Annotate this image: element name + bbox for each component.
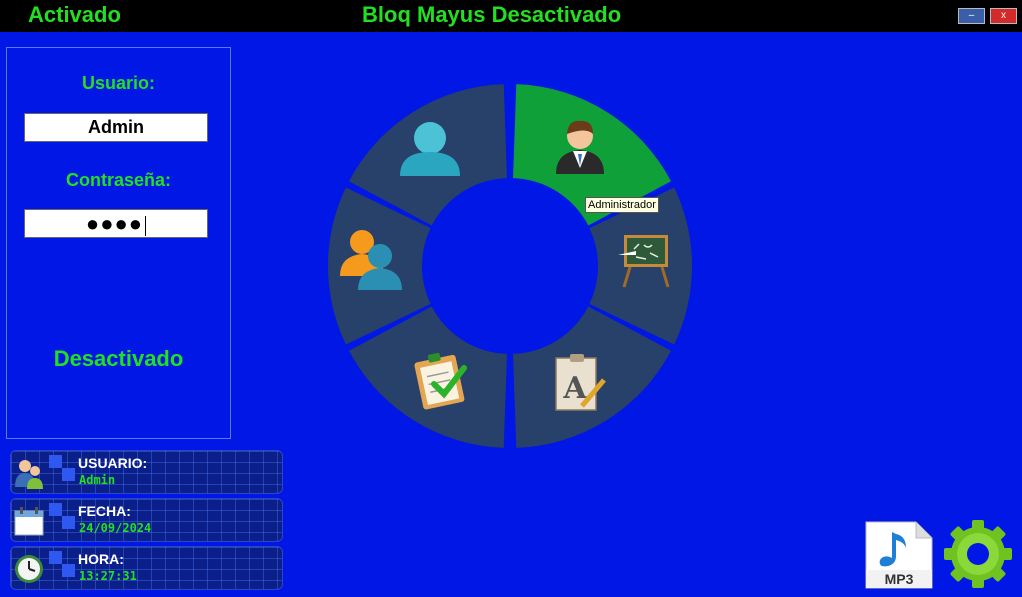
user-field[interactable]: Admin: [24, 113, 208, 142]
user-label: Usuario:: [81, 73, 155, 93]
date-info-title: FECHA:: [78, 503, 131, 519]
time-info-title: HORA:: [78, 551, 124, 567]
date-info-value: 24/09/2024: [79, 521, 152, 535]
mp3-player-button[interactable]: MP3: [862, 520, 934, 590]
time-info-box: HORA: 13:27:31: [10, 546, 283, 590]
caps-lock-state: Activado: [28, 2, 121, 27]
settings-gear-button[interactable]: [940, 518, 1016, 590]
user-info-box: USUARIO: Admin: [10, 450, 283, 494]
menu-tooltip: Administrador: [585, 197, 659, 213]
user-info-title: USUARIO:: [78, 455, 148, 471]
gear-icon: [944, 520, 1012, 588]
calendar-icon: [14, 507, 44, 536]
title-bar: Activado Bloq Mayus Desactivado – x: [0, 0, 1022, 32]
date-info-box: FECHA: 24/09/2024: [10, 498, 283, 542]
users-small-icon: [15, 460, 43, 489]
time-info-value: 13:27:31: [79, 569, 137, 583]
text-caret: [145, 216, 147, 237]
login-panel: Usuario: Admin Contraseña: ●●●● Desactiv…: [6, 47, 231, 439]
mode-status: Desactivado: [53, 346, 184, 371]
mp3-label: MP3: [885, 571, 914, 587]
password-mask: ●●●●: [85, 211, 144, 236]
password-label: Contraseña:: [65, 170, 172, 190]
clock-icon: [15, 555, 43, 583]
user-info-value: Admin: [79, 473, 116, 487]
minimize-button[interactable]: –: [958, 8, 985, 24]
radial-menu: A: [328, 84, 692, 448]
password-field[interactable]: ●●●●: [24, 209, 208, 238]
caps-lock-message: Bloq Mayus Desactivado: [362, 2, 622, 27]
close-button[interactable]: x: [990, 8, 1017, 24]
